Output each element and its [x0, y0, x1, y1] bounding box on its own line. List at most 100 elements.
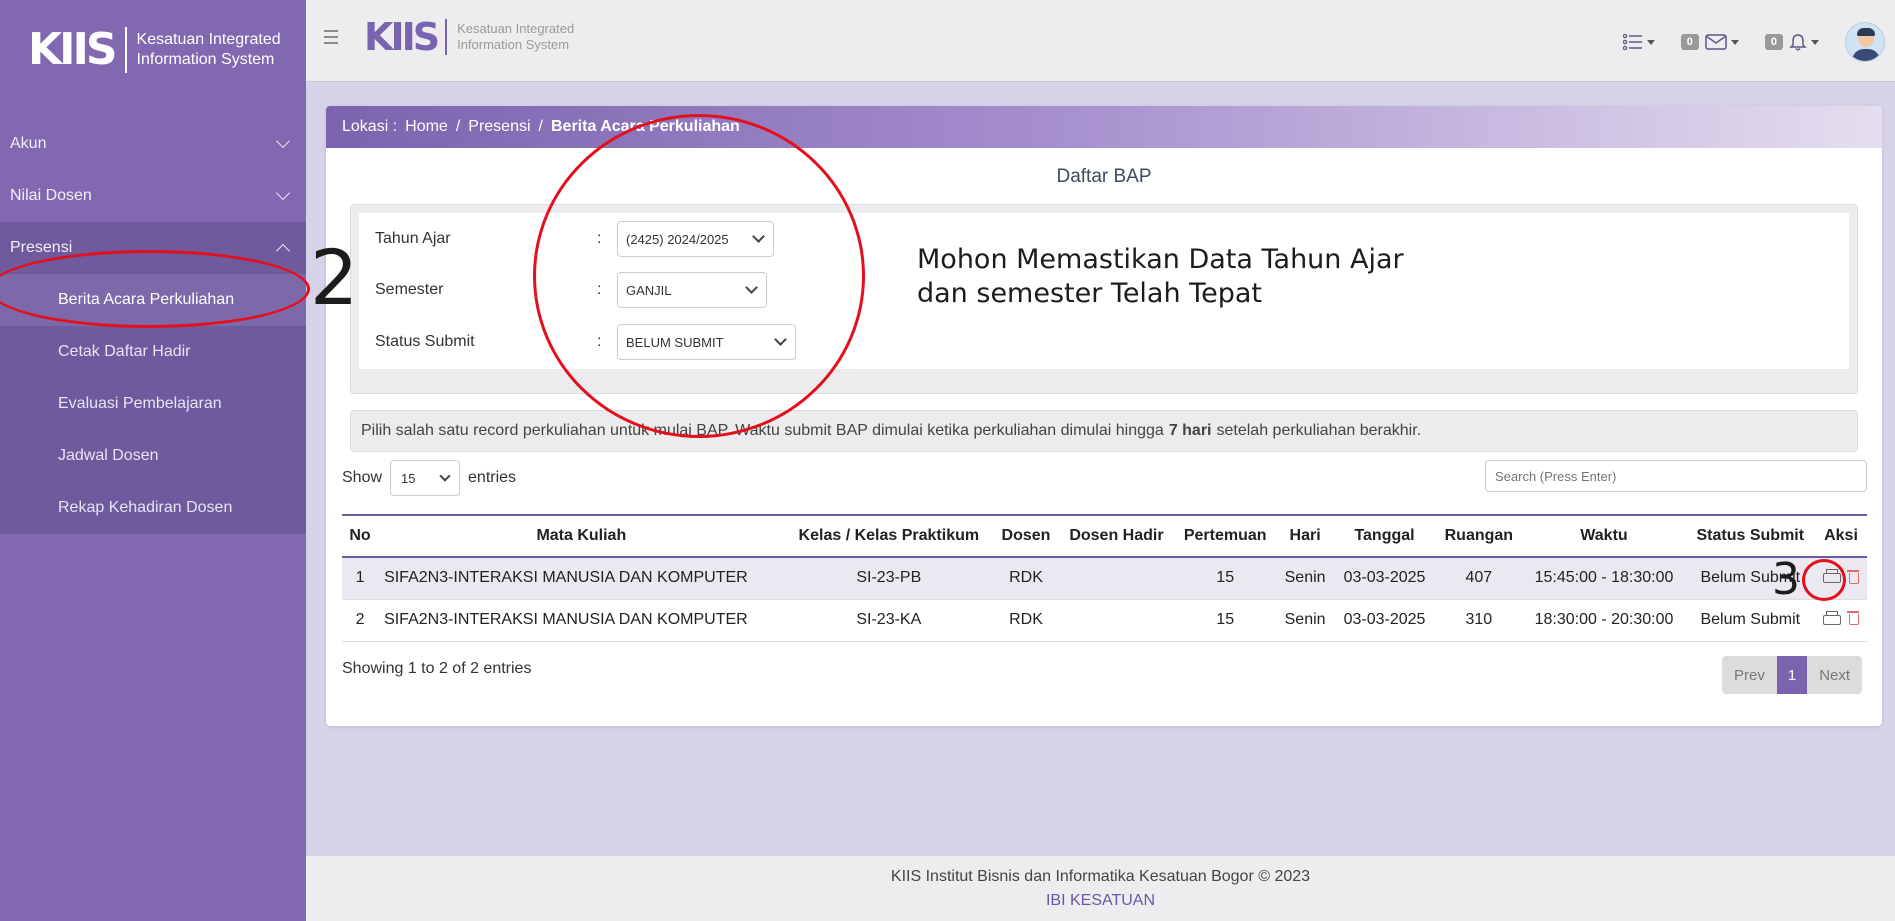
entries-length-value: 15 [401, 470, 416, 486]
annotation-note: Mohon Memastikan Data Tahun Ajar dan sem… [917, 243, 1404, 311]
filter-panel: Tahun Ajar : (2425) 2024/2025 Semester :… [350, 204, 1858, 394]
search-input[interactable] [1485, 460, 1867, 492]
sidebar-item-cetak-daftar-hadir[interactable]: Cetak Daftar Hadir [0, 326, 306, 378]
breadcrumb-home[interactable]: Home [405, 118, 448, 136]
cell-aksi [1814, 599, 1867, 642]
cell-status-submit: Belum Submit [1685, 557, 1815, 600]
prev-page-button[interactable]: Prev [1722, 656, 1777, 694]
th-no[interactable]: No [342, 515, 378, 557]
brand-text: Kesatuan Integrated Information System [137, 30, 281, 70]
trash-icon[interactable] [1846, 610, 1859, 626]
breadcrumb-current: Berita Acara Perkuliahan [550, 118, 740, 135]
sidebar-item-evaluasi-pembelajaran[interactable]: Evaluasi Pembelajaran [0, 378, 306, 430]
cell-kelas: SI-23-KA [784, 599, 994, 642]
status-submit-select[interactable]: BELUM SUBMIT [617, 324, 796, 360]
mail-count-badge: 0 [1680, 34, 1699, 50]
chevron-down-icon [275, 133, 291, 149]
sidebar-item-jadwal-dosen[interactable]: Jadwal Dosen [0, 430, 306, 482]
brand[interactable]: KIIS Kesatuan Integrated Information Sys… [0, 0, 306, 100]
messages-button[interactable]: 0 [1680, 34, 1739, 50]
kiis-logo: KIIS [28, 24, 118, 75]
chevron-up-icon [275, 243, 291, 259]
caret-down-icon [1646, 39, 1655, 45]
th-status-submit[interactable]: Status Submit [1686, 515, 1815, 557]
cell-waktu: 15:45:00 - 18:30:00 [1522, 557, 1686, 600]
info-text-after: setelah perkuliahan berakhir. [1216, 422, 1422, 439]
cell-hari: Senin [1276, 557, 1334, 600]
cell-no: 1 [342, 557, 379, 600]
th-ruangan[interactable]: Ruangan [1435, 515, 1522, 557]
sidebar-item-akun[interactable]: Akun [0, 118, 306, 170]
th-waktu[interactable]: Waktu [1522, 515, 1685, 557]
chevron-down-icon [275, 185, 291, 201]
bap-card: Lokasi : Home / Presensi / Berita Acara … [326, 106, 1882, 726]
chevron-down-icon [774, 333, 787, 346]
breadcrumb-prefix: Lokasi : [342, 118, 398, 135]
tahun-ajar-select[interactable]: (2425) 2024/2025 [617, 221, 774, 257]
info-text-before: Pilih salah satu record perkuliahan untu… [361, 422, 1164, 439]
filter-row-status-submit: Status Submit : BELUM SUBMIT [375, 324, 796, 360]
th-tanggal[interactable]: Tanggal [1334, 515, 1436, 557]
th-pertemuan[interactable]: Pertemuan [1174, 515, 1277, 557]
brand-line1: Kesatuan Integrated [457, 21, 575, 36]
chevron-down-icon [439, 470, 451, 482]
page-1-button[interactable]: 1 [1776, 656, 1808, 694]
th-kelas[interactable]: Kelas / Kelas Praktikum [785, 515, 993, 557]
footer: KIIS Institut Bisnis dan Informatika Kes… [306, 856, 1895, 921]
topbar-actions: 0 0 [1597, 22, 1885, 62]
caret-down-icon [1811, 39, 1819, 45]
hamburger-menu-icon[interactable] [324, 30, 338, 48]
page-title: Daftar BAP [1056, 166, 1152, 187]
entries-length-select[interactable]: 15 [390, 460, 461, 496]
next-page-button[interactable]: Next [1807, 656, 1863, 694]
th-hari[interactable]: Hari [1276, 515, 1333, 557]
sidebar-item-nilai-dosen[interactable]: Nilai Dosen [0, 170, 306, 222]
top-logo[interactable]: KIIS Kesatuan Integrated Information Sys… [364, 18, 574, 56]
semester-select[interactable]: GANJIL [617, 272, 767, 308]
th-mata-kuliah[interactable]: Mata Kuliah [378, 515, 785, 557]
breadcrumb-presensi[interactable]: Presensi [468, 118, 530, 136]
cell-dosen: RDK [993, 557, 1059, 600]
sidebar-item-presensi[interactable]: Presensi [0, 222, 306, 274]
caret-down-icon [1730, 39, 1739, 45]
cell-dosen-hadir [1058, 557, 1174, 600]
colon: : [597, 281, 602, 298]
cell-aksi [1814, 557, 1867, 600]
cell-tanggal: 03-03-2025 [1333, 557, 1436, 600]
print-icon[interactable] [1822, 569, 1841, 583]
notif-count-badge: 0 [1764, 34, 1783, 50]
status-submit-value: BELUM SUBMIT [626, 334, 724, 350]
brand-line2: Information System [457, 37, 570, 52]
tahun-ajar-value: (2425) 2024/2025 [626, 231, 729, 247]
presensi-submenu: Berita Acara Perkuliahan Cetak Daftar Ha… [0, 274, 306, 534]
sidebar-item-berita-acara-perkuliahan[interactable]: Berita Acara Perkuliahan [0, 274, 306, 326]
th-dosen[interactable]: Dosen [993, 515, 1059, 557]
user-avatar[interactable] [1845, 22, 1885, 62]
list-menu-button[interactable] [1622, 34, 1655, 50]
brand-divider [124, 27, 127, 73]
footer-link[interactable]: IBI KESATUAN [306, 892, 1895, 910]
bell-icon [1789, 34, 1807, 51]
cell-mata-kuliah: SIFA2N3-INTERAKSI MANUSIA DAN KOMPUTER [378, 599, 785, 642]
notifications-button[interactable]: 0 [1764, 33, 1819, 51]
info-alert: Pilih salah satu record perkuliahan untu… [350, 410, 1858, 452]
brand-divider [445, 19, 448, 55]
filter-form: Tahun Ajar : (2425) 2024/2025 Semester :… [359, 213, 1849, 369]
table-row[interactable]: 2 SIFA2N3-INTERAKSI MANUSIA DAN KOMPUTER… [342, 599, 1867, 642]
cell-ruangan: 407 [1435, 557, 1523, 600]
print-icon[interactable] [1822, 610, 1841, 625]
th-dosen-hadir[interactable]: Dosen Hadir [1059, 515, 1174, 557]
annotation-note-line1: Mohon Memastikan Data Tahun Ajar [917, 244, 1404, 275]
table-header-row: No Mata Kuliah Kelas / Kelas Praktikum D… [342, 515, 1867, 557]
chevron-down-icon [752, 230, 765, 243]
footer-copyright: KIIS Institut Bisnis dan Informatika Kes… [890, 868, 1311, 885]
status-submit-label: Status Submit [375, 333, 475, 350]
filter-row-semester: Semester : GANJIL [375, 272, 767, 308]
cell-no: 2 [342, 599, 379, 642]
semester-value: GANJIL [626, 282, 672, 298]
brand-line1: Kesatuan Integrated [136, 31, 281, 48]
table-row[interactable]: 1 SIFA2N3-INTERAKSI MANUSIA DAN KOMPUTER… [342, 557, 1867, 600]
sidebar-item-rekap-kehadiran-dosen[interactable]: Rekap Kehadiran Dosen [0, 482, 306, 534]
trash-icon[interactable] [1846, 569, 1859, 584]
entries-label: entries [468, 469, 517, 486]
